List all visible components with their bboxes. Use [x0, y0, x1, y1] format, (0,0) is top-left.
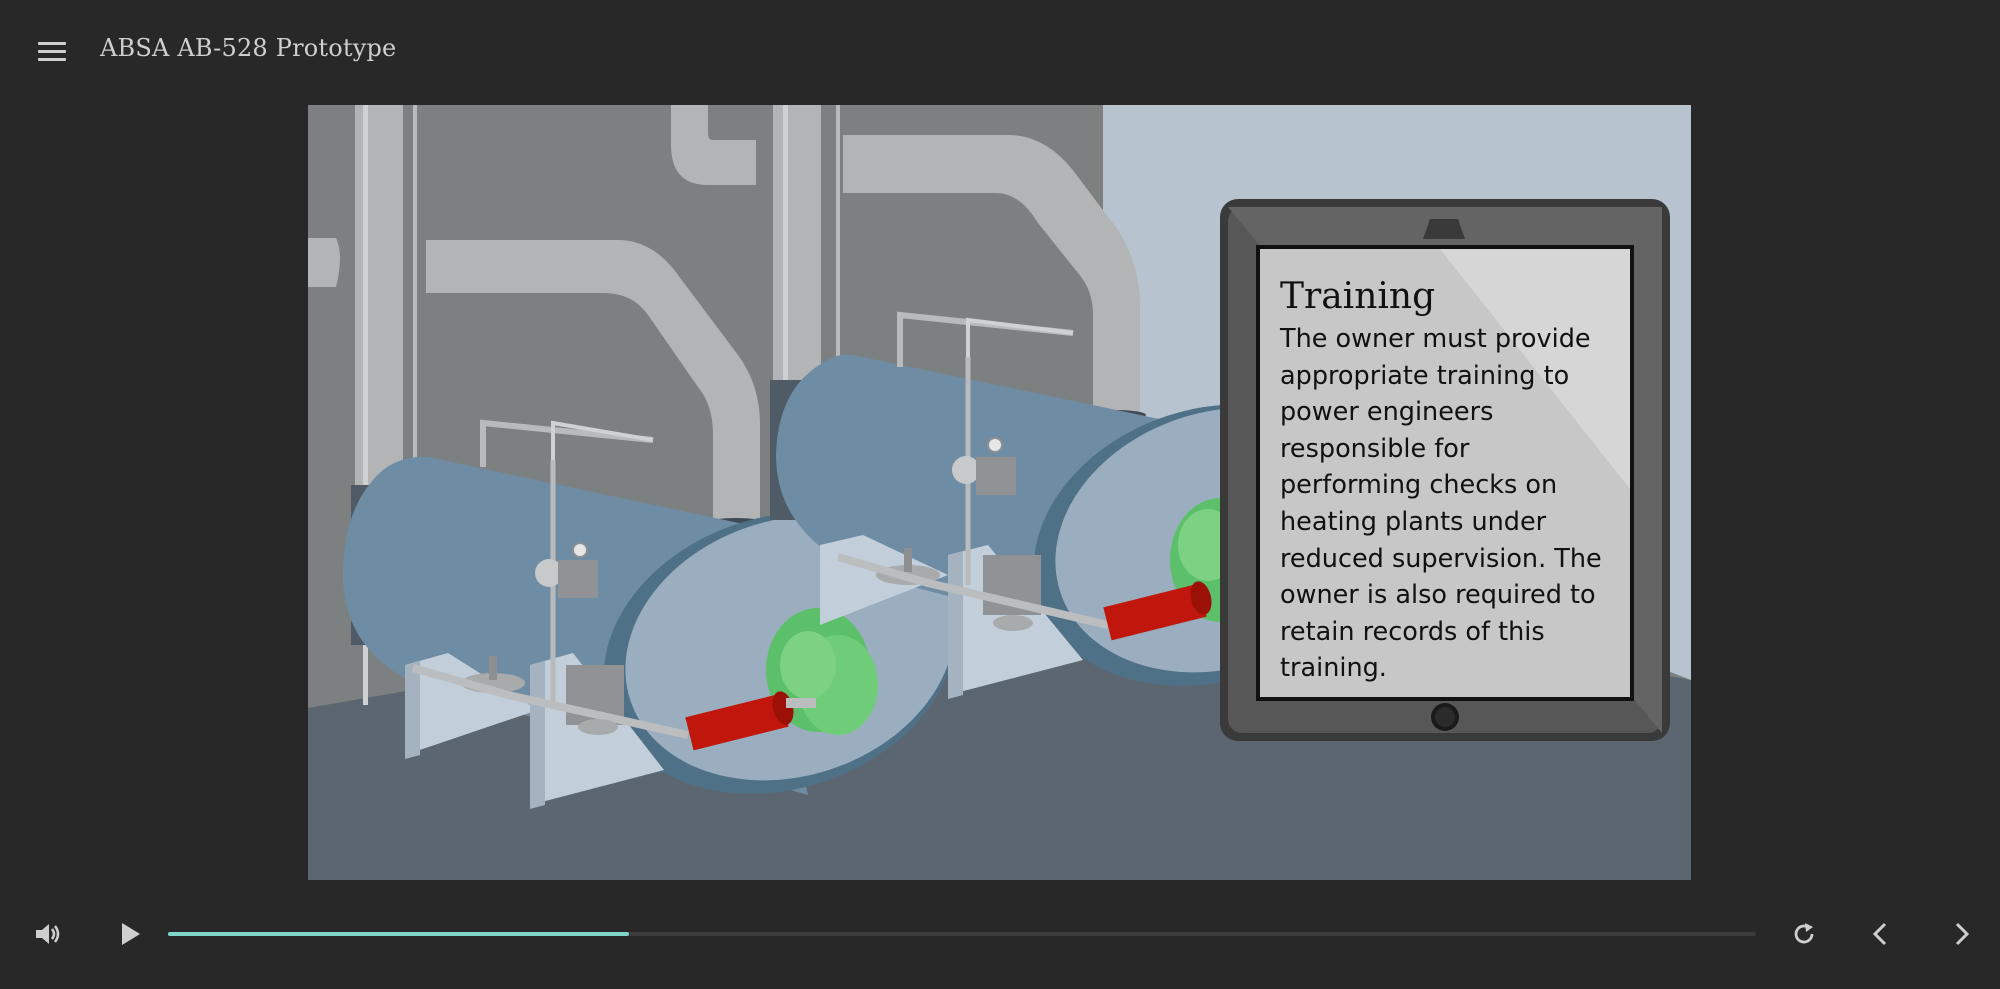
progress-bar[interactable] — [168, 932, 1756, 936]
chevron-left-icon[interactable] — [1866, 919, 1896, 949]
app-title: ABSA AB-528 Prototype — [100, 34, 397, 62]
volume-icon[interactable] — [32, 919, 62, 949]
replay-icon[interactable] — [1789, 919, 1819, 949]
chevron-right-icon[interactable] — [1946, 919, 1976, 949]
player-controls — [0, 905, 2000, 965]
tablet-screen: Training The owner must provide appropri… — [1260, 249, 1630, 697]
top-bar: ABSA AB-528 Prototype — [0, 0, 2000, 100]
slide-heading: Training — [1280, 276, 1436, 317]
slide-body-text: The owner must provide appropriate train… — [1280, 324, 1602, 684]
progress-bar-fill — [168, 932, 629, 936]
slide-stage: Training The owner must provide appropri… — [308, 105, 1691, 880]
play-icon[interactable] — [116, 919, 146, 949]
tablet-device: Training The owner must provide appropri… — [1220, 199, 1670, 741]
menu-icon[interactable] — [38, 42, 68, 66]
